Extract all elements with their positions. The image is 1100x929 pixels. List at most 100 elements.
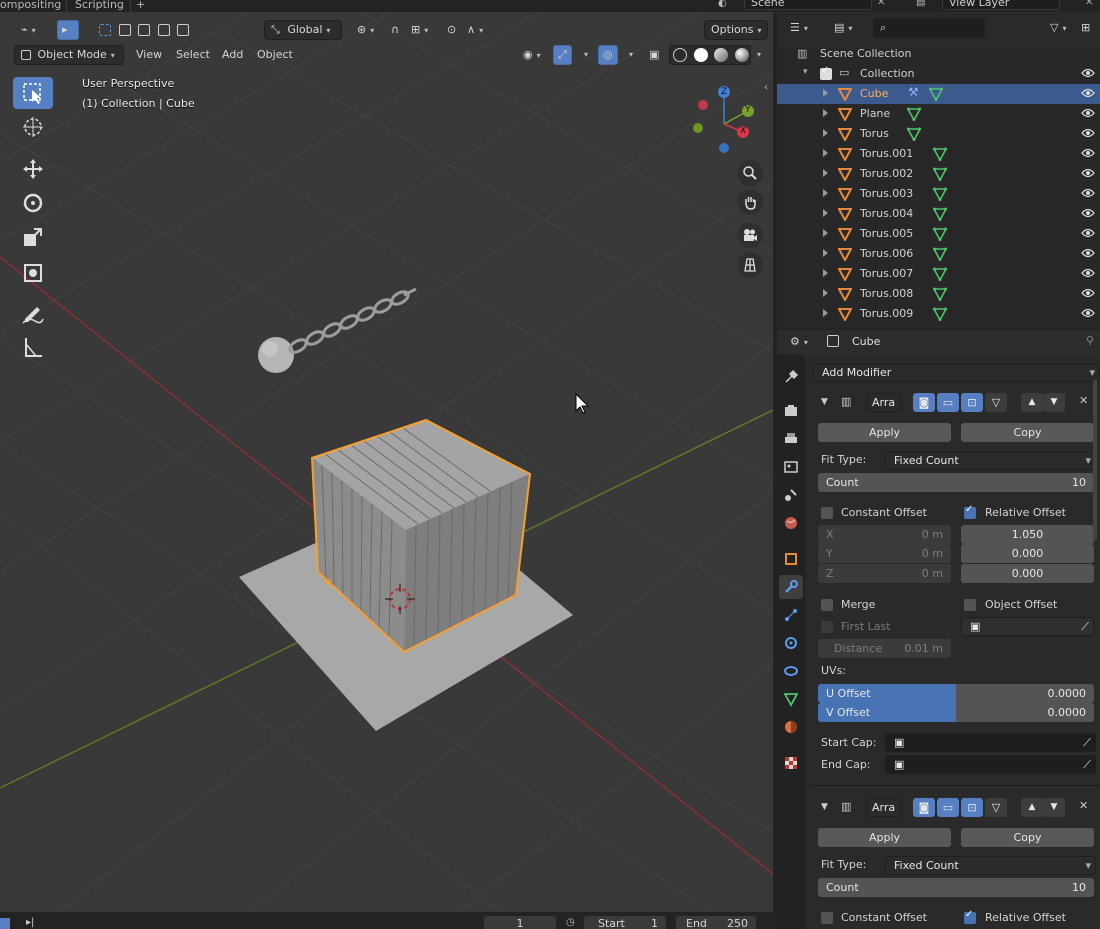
move-up-icon[interactable]: ▲: [1021, 798, 1043, 817]
camera-icon[interactable]: [737, 222, 763, 248]
tab-object[interactable]: [779, 547, 803, 571]
count-field[interactable]: Count 10: [818, 473, 1094, 492]
rotate-tool[interactable]: [13, 187, 53, 219]
expand-triangle-icon[interactable]: [823, 109, 828, 117]
eye-icon[interactable]: [1081, 268, 1095, 281]
expand-triangle-icon[interactable]: [823, 189, 828, 197]
collection-checkbox[interactable]: [820, 65, 832, 80]
object-mode-dropdown[interactable]: Object Mode ▾: [14, 45, 124, 65]
properties-editor-type[interactable]: ⚙ ▾: [783, 332, 815, 352]
editmode-toggle-icon[interactable]: ⊡: [961, 798, 983, 817]
editmode-toggle-icon[interactable]: ⊡: [961, 393, 983, 412]
collapse-modifier-icon[interactable]: ▼: [821, 802, 828, 812]
menu-select[interactable]: Select: [169, 45, 217, 65]
expand-triangle-icon[interactable]: [823, 209, 828, 217]
view-layer-selector[interactable]: View Layer: [942, 0, 1060, 10]
select-box-tool[interactable]: [13, 77, 53, 109]
menu-add[interactable]: Add: [215, 45, 250, 65]
constant-offset-y[interactable]: Y0 m: [818, 544, 951, 563]
outliner-item[interactable]: Torus.007: [777, 264, 1100, 284]
copy-button[interactable]: Copy: [961, 828, 1094, 847]
tab-world[interactable]: [779, 511, 803, 535]
current-frame-field[interactable]: 1: [484, 916, 556, 929]
relative-offset-checkbox[interactable]: [964, 909, 976, 924]
modifier-name-input[interactable]: Arra: [867, 393, 901, 412]
collapse-modifier-icon[interactable]: ▼: [821, 397, 828, 407]
sidebar-toggle-icon[interactable]: ‹: [764, 82, 768, 93]
outliner-item[interactable]: Torus: [777, 124, 1100, 144]
constant-offset-checkbox[interactable]: [821, 912, 833, 924]
offset-object-picker[interactable]: ▣ ⟋: [961, 617, 1094, 636]
falloff-dropdown[interactable]: ∧ ▾: [460, 20, 490, 40]
workspace-tab-scripting[interactable]: Scripting: [75, 0, 124, 12]
filter-dropdown[interactable]: ▽ ▾: [1043, 18, 1073, 38]
measure-tool[interactable]: [13, 331, 53, 363]
close-icon[interactable]: ✕: [1085, 0, 1093, 8]
render-toggle-camera-icon[interactable]: ◙: [913, 798, 935, 817]
add-modifier-dropdown[interactable]: Add Modifier ▾: [813, 363, 1100, 382]
eye-icon[interactable]: [1081, 228, 1095, 241]
first-last-checkbox[interactable]: [821, 621, 833, 633]
remove-modifier-close-icon[interactable]: ✕: [1079, 394, 1088, 407]
scene-selector[interactable]: Scene: [744, 0, 872, 10]
shading-dropdown-icon[interactable]: ▾: [757, 50, 761, 59]
transform-orientation-dropdown[interactable]: ⤡ Global ▾: [264, 20, 342, 40]
mesh-data-icon[interactable]: [929, 87, 943, 101]
xray-toggle[interactable]: ▣: [642, 45, 666, 65]
expand-triangle-icon[interactable]: [823, 169, 828, 177]
move-up-icon[interactable]: ▲: [1021, 393, 1043, 412]
constant-offset-z[interactable]: Z0 m: [818, 564, 951, 583]
editor-type-button[interactable]: ⌁ ▾: [14, 20, 43, 40]
viewport-toggle-monitor-icon[interactable]: ▭: [937, 393, 959, 412]
outliner-item[interactable]: Torus.005: [777, 224, 1100, 244]
on-cage-toggle-icon[interactable]: ▽: [985, 798, 1007, 817]
outliner-item[interactable]: Torus.002: [777, 164, 1100, 184]
eye-icon[interactable]: [1081, 248, 1095, 261]
visibility-dropdown[interactable]: ◉ ▾: [516, 45, 548, 65]
fit-type-dropdown[interactable]: Fixed Count ▾: [885, 856, 1096, 875]
tab-particles[interactable]: [779, 603, 803, 627]
cursor-tool[interactable]: [13, 111, 53, 143]
expand-triangle-icon[interactable]: [823, 269, 828, 277]
relative-offset-y[interactable]: 0.000: [961, 544, 1094, 563]
outliner-item[interactable]: Torus.001: [777, 144, 1100, 164]
eye-icon[interactable]: [1081, 68, 1095, 81]
on-cage-toggle-icon[interactable]: ▽: [985, 393, 1007, 412]
snap-target-dropdown[interactable]: ⊞ ▾: [404, 20, 435, 40]
outliner-collection[interactable]: ▾ ▭ Collection: [777, 64, 1100, 84]
pan-hand-icon[interactable]: [737, 189, 763, 215]
mesh-data-icon[interactable]: [907, 107, 921, 121]
tab-physics[interactable]: [779, 631, 803, 655]
outliner-item[interactable]: Torus.004: [777, 204, 1100, 224]
eye-icon[interactable]: [1081, 108, 1095, 121]
new-collection-button[interactable]: ⊞: [1077, 18, 1094, 38]
gizmo-dropdown-icon[interactable]: ▾: [584, 50, 588, 59]
end-frame-field[interactable]: End 250: [676, 916, 756, 929]
tab-material[interactable]: [779, 715, 803, 739]
relative-offset-z[interactable]: 0.000: [961, 564, 1094, 583]
fit-type-dropdown[interactable]: Fixed Count ▾: [885, 451, 1096, 470]
remove-modifier-close-icon[interactable]: ✕: [1079, 799, 1088, 812]
eyedropper-icon[interactable]: ⟋: [1081, 618, 1089, 635]
copy-button[interactable]: Copy: [961, 423, 1094, 442]
eye-icon[interactable]: [1081, 148, 1095, 161]
annotate-tool[interactable]: [13, 297, 53, 329]
pivot-point-dropdown[interactable]: ⊛ ▾: [350, 20, 381, 40]
outliner-item[interactable]: Torus.009: [777, 304, 1100, 324]
v-offset-slider[interactable]: V Offset 0.0000: [818, 703, 1094, 722]
mesh-data-icon[interactable]: [933, 247, 947, 261]
mesh-data-icon[interactable]: [933, 167, 947, 181]
merge-checkbox[interactable]: [821, 599, 833, 611]
constant-offset-x[interactable]: X0 m: [818, 525, 951, 544]
start-frame-field[interactable]: Start 1: [584, 916, 666, 929]
outliner-item[interactable]: Cube ⚒: [777, 84, 1100, 104]
transform-tool[interactable]: [13, 257, 53, 289]
mesh-data-icon[interactable]: [933, 147, 947, 161]
eye-icon[interactable]: [1081, 168, 1095, 181]
eyedropper-icon[interactable]: ⟋: [1083, 734, 1091, 751]
object-offset-checkbox[interactable]: [964, 599, 976, 611]
relative-offset-checkbox[interactable]: [964, 504, 976, 519]
move-down-icon[interactable]: ▼: [1043, 798, 1065, 817]
outliner-item[interactable]: Torus.008: [777, 284, 1100, 304]
render-toggle-camera-icon[interactable]: ◙: [913, 393, 935, 412]
